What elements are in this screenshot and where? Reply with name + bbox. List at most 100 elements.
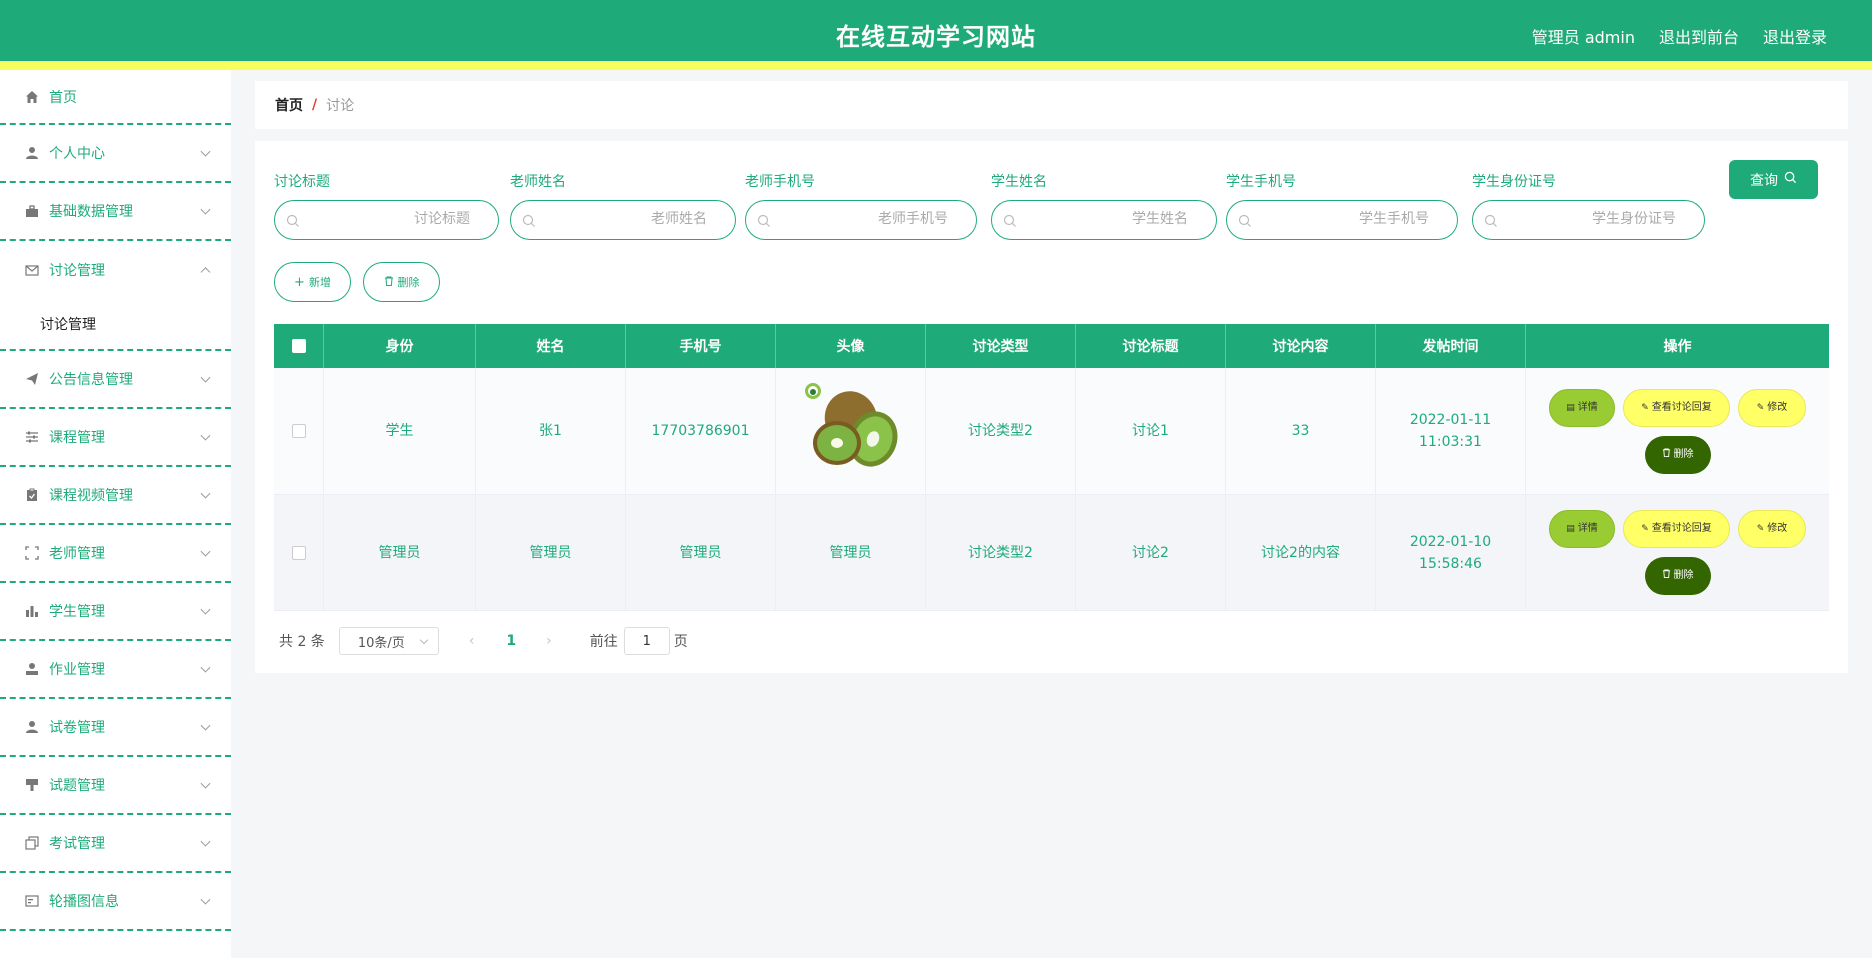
delete-button[interactable]: 删除 <box>363 262 440 302</box>
sidebar-item-carousel[interactable]: 轮播图信息 <box>0 873 231 931</box>
sidebar-item-notice[interactable]: 公告信息管理 <box>0 351 231 409</box>
pagination: 共 2 条 10条/页 ‹ 1 › 前往 1 页 <box>279 626 688 656</box>
column-header: 发帖时间 <box>1376 324 1526 368</box>
logout-link[interactable]: 退出登录 <box>1763 24 1827 48</box>
search-input-title[interactable] <box>274 200 499 240</box>
sidebar-item-homework[interactable]: 作业管理 <box>0 641 231 699</box>
row-checkbox[interactable] <box>291 424 306 438</box>
search-icon <box>1003 213 1017 232</box>
sidebar-subitem-discussion[interactable]: 讨论管理 <box>0 299 231 351</box>
search-input-student-phone[interactable] <box>1226 200 1458 240</box>
detail-button[interactable]: ▤ 详情 <box>1549 388 1615 427</box>
sidebar-item-course[interactable]: 课程管理 <box>0 409 231 467</box>
view-replies-button[interactable]: ✎ 查看讨论回复 <box>1623 388 1730 427</box>
edit-button[interactable]: ✎ 修改 <box>1738 388 1806 427</box>
reply-label: 查看讨论回复 <box>1651 401 1712 413</box>
goto-page-input[interactable]: 1 <box>623 627 670 655</box>
edit-button[interactable]: ✎ 修改 <box>1738 510 1806 548</box>
clipboard-icon <box>24 487 40 503</box>
sidebar-item-paper[interactable]: 试卷管理 <box>0 699 231 757</box>
detail-button[interactable]: ▤ 详情 <box>1549 510 1615 548</box>
sliders-icon <box>24 429 40 445</box>
search-input-teacher-name[interactable] <box>510 200 736 240</box>
edit-icon: ✎ <box>1756 524 1765 534</box>
sidebar-item-label: 学生管理 <box>49 604 105 620</box>
cell-phone: 17703786901 <box>626 368 776 494</box>
prev-page-button[interactable]: ‹ <box>469 633 475 649</box>
sidebar-item-label: 试题管理 <box>49 778 105 794</box>
top-header: 在线互动学习网站 管理员 admin 退出到前台 退出登录 <box>0 0 1872 70</box>
sidebar-item-label: 讨论管理 <box>49 263 105 279</box>
cell-time: 2022-01-10 15:58:46 <box>1376 495 1526 610</box>
sidebar-item-profile[interactable]: 个人中心 <box>0 125 231 183</box>
sidebar-item-exam[interactable]: 考试管理 <box>0 815 231 873</box>
sidebar-item-home[interactable]: 首页 <box>0 70 231 125</box>
sidebar-item-course-video[interactable]: 课程视频管理 <box>0 467 231 525</box>
current-user[interactable]: 管理员 admin <box>1532 24 1635 48</box>
search-icon <box>522 213 536 232</box>
cell-title: 讨论2 <box>1076 495 1226 610</box>
column-header: 头像 <box>776 324 926 368</box>
plus-icon: + <box>294 274 305 290</box>
chevron-down-icon <box>419 635 429 645</box>
row-checkbox[interactable] <box>291 545 306 560</box>
search-input[interactable] <box>587 211 707 227</box>
column-header: 操作 <box>1663 339 1692 355</box>
sidebar-item-question[interactable]: 试题管理 <box>0 757 231 815</box>
cell-ops: ▤ 详情 ✎ 查看讨论回复 ✎ 修改 删除 <box>1526 368 1829 494</box>
select-all-checkbox[interactable] <box>291 339 306 353</box>
next-page-button[interactable]: › <box>546 633 552 649</box>
view-replies-button[interactable]: ✎ 查看讨论回复 <box>1623 510 1730 548</box>
user-icon <box>24 719 40 735</box>
chevron-down-icon <box>200 372 211 383</box>
cell-content: 33 <box>1226 368 1376 494</box>
page-size-select[interactable]: 10条/页 <box>338 627 439 655</box>
sidebar-item-label: 课程管理 <box>49 430 105 446</box>
sidebar-item-discussion[interactable]: 讨论管理 <box>0 241 231 299</box>
row-actions: ▤ 详情 ✎ 查看讨论回复 ✎ 修改 删除 <box>1548 510 1808 595</box>
search-input-student-id[interactable] <box>1472 200 1705 240</box>
search-input[interactable] <box>828 211 948 227</box>
search-input-student-name[interactable] <box>991 200 1217 240</box>
row-delete-button[interactable]: 删除 <box>1644 435 1711 474</box>
breadcrumb-current: 讨论 <box>326 98 355 114</box>
fullscreen-icon <box>24 545 40 561</box>
edit-icon: ✎ <box>1756 402 1765 413</box>
search-input[interactable] <box>350 211 470 227</box>
edit-label: 修改 <box>1767 523 1788 534</box>
cell-avatar <box>776 368 926 494</box>
goto-label: 前往 <box>589 634 618 650</box>
search-input[interactable] <box>1068 211 1188 227</box>
search-icon <box>1784 171 1797 188</box>
exit-to-front-link[interactable]: 退出到前台 <box>1659 24 1739 48</box>
main-panel: 讨论标题 老师姓名 老师手机号 学生姓名 学生手机号 学生身 <box>255 141 1848 673</box>
sidebar-item-student[interactable]: 学生管理 <box>0 583 231 641</box>
sidebar-item-teacher[interactable]: 老师管理 <box>0 525 231 583</box>
chevron-up-icon <box>200 267 211 278</box>
document-icon: ▤ <box>1566 524 1575 534</box>
query-button[interactable]: 查询 <box>1729 160 1818 199</box>
field-label: 讨论标题 <box>274 174 330 190</box>
chevron-down-icon <box>200 488 211 499</box>
add-button[interactable]: + 新增 <box>274 262 351 302</box>
trash-icon <box>1662 444 1671 466</box>
detail-label: 详情 <box>1577 523 1598 534</box>
cell-ops: ▤ 详情 ✎ 查看讨论回复 ✎ 修改 删除 <box>1526 495 1829 610</box>
field-label: 学生手机号 <box>1226 174 1296 190</box>
sidebar-item-label: 首页 <box>49 89 77 106</box>
search-input[interactable] <box>1309 211 1429 227</box>
sidebar-item-label: 公告信息管理 <box>49 372 133 388</box>
page-number[interactable]: 1 <box>506 633 516 649</box>
search-field-student-id: 学生身份证号 <box>1472 171 1705 240</box>
chevron-down-icon <box>200 836 211 847</box>
row-delete-button[interactable]: 删除 <box>1644 557 1711 595</box>
search-input[interactable] <box>1556 211 1676 227</box>
delete-label: 删除 <box>1673 570 1694 581</box>
sidebar-item-basic-data[interactable]: 基础数据管理 <box>0 183 231 241</box>
edit-label: 修改 <box>1767 401 1788 413</box>
cell-role: 管理员 <box>324 495 476 610</box>
search-input-teacher-phone[interactable] <box>745 200 977 240</box>
breadcrumb-home[interactable]: 首页 <box>275 95 303 115</box>
search-field-teacher-name: 老师姓名 <box>510 171 736 240</box>
row-select-cell <box>274 368 324 494</box>
